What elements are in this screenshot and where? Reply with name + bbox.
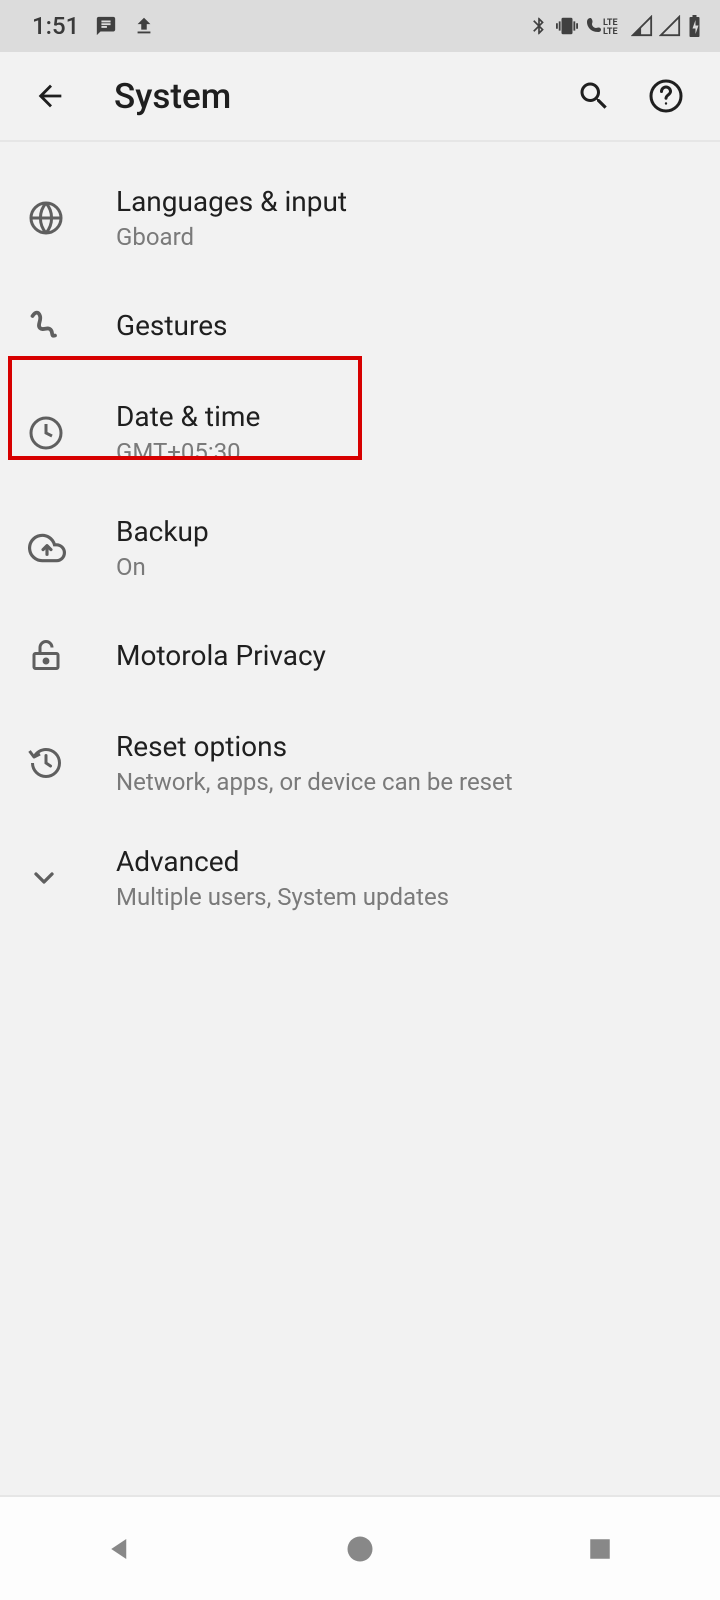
globe-icon — [28, 200, 86, 236]
gesture-icon — [28, 307, 86, 343]
settings-item-privacy[interactable]: Motorola Privacy — [0, 605, 720, 705]
settings-item-reset[interactable]: Reset options Network, apps, or device c… — [0, 705, 720, 820]
nav-back[interactable] — [60, 1519, 180, 1579]
settings-item-languages[interactable]: Languages & input Gboard — [0, 160, 720, 275]
item-title: Advanced — [116, 844, 449, 879]
battery-charging-icon — [687, 14, 702, 38]
status-left: 1:51 — [32, 12, 155, 40]
app-bar: System — [0, 52, 720, 142]
item-title: Backup — [116, 514, 209, 549]
clock-icon — [28, 415, 86, 451]
signal-icon-1 — [631, 15, 653, 37]
status-time: 1:51 — [32, 12, 79, 40]
help-icon — [648, 78, 684, 114]
item-title: Reset options — [116, 729, 513, 764]
item-subtitle: Gboard — [116, 223, 347, 251]
settings-item-date-time[interactable]: Date & time GMT+05:30 — [0, 375, 720, 490]
settings-item-advanced[interactable]: Advanced Multiple users, System updates — [0, 820, 720, 935]
page-title: System — [114, 76, 566, 117]
chevron-down-icon — [28, 862, 86, 894]
item-title: Gestures — [116, 308, 228, 343]
settings-item-gestures[interactable]: Gestures — [0, 275, 720, 375]
item-subtitle: Multiple users, System updates — [116, 883, 449, 911]
svg-text:LTE: LTE — [603, 27, 618, 37]
restore-icon — [28, 745, 86, 781]
item-title: Languages & input — [116, 184, 347, 219]
settings-item-backup[interactable]: Backup On — [0, 490, 720, 605]
help-button[interactable] — [638, 68, 694, 124]
arrow-back-icon — [33, 79, 67, 113]
status-bar: 1:51 LTE LTE — [0, 0, 720, 52]
message-icon — [95, 15, 117, 37]
settings-list: Languages & input Gboard Gestures Date &… — [0, 142, 720, 935]
signal-icon-2 — [659, 15, 681, 37]
unlock-icon — [28, 637, 86, 673]
nav-recent[interactable] — [540, 1519, 660, 1579]
item-title: Date & time — [116, 399, 260, 434]
cloud-upload-icon — [28, 529, 86, 567]
app-actions — [566, 68, 694, 124]
item-subtitle: On — [116, 553, 209, 581]
back-button[interactable] — [22, 68, 78, 124]
status-right: LTE LTE — [529, 14, 702, 38]
bluetooth-icon — [529, 15, 549, 37]
item-subtitle: Network, apps, or device can be reset — [116, 768, 513, 796]
item-subtitle: GMT+05:30 — [116, 438, 260, 466]
nav-bar — [0, 1495, 720, 1600]
upload-icon — [133, 15, 155, 37]
vibrate-icon — [555, 15, 579, 37]
item-title: Motorola Privacy — [116, 638, 326, 673]
nav-home[interactable] — [300, 1519, 420, 1579]
volte-icon: LTE LTE — [585, 15, 625, 37]
search-icon — [576, 78, 612, 114]
search-button[interactable] — [566, 68, 622, 124]
